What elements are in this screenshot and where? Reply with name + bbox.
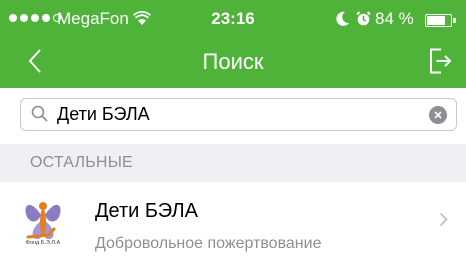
search-input[interactable] [57,101,407,128]
search-icon [31,105,49,128]
battery-fill [427,16,445,25]
battery-icon [425,14,456,27]
item-title: Дети БЭЛА [95,200,198,222]
close-icon [434,111,442,119]
section-header: ОСТАЛЬНЫЕ [0,144,466,182]
page-title: Поиск [202,49,264,74]
clear-search-button[interactable] [429,106,447,124]
moon-icon [336,11,350,32]
logout-icon [430,48,452,74]
avatar: Фонд Б.Э.Л.А [18,195,68,247]
list-item[interactable]: Фонд Б.Э.Л.А Дети БЭЛА Добровольное поже… [0,182,466,257]
item-subtitle: Добровольное пожертвование [95,235,322,252]
svg-text:Фонд Б.Э.Л.А: Фонд Б.Э.Л.А [26,240,61,246]
bela-logo-icon: Фонд Б.Э.Л.А [21,202,65,246]
search-area [0,88,466,144]
status-bar: MegaFon 23:16 84 % [0,0,466,40]
section-label: ОСТАЛЬНЫЕ [30,154,133,171]
search-bar[interactable] [20,98,457,131]
chevron-right-icon [439,212,448,232]
alarm-icon [356,11,371,32]
header: MegaFon 23:16 84 % Поиск [0,0,466,88]
logout-button[interactable] [424,45,456,77]
battery-percentage: 84 % [375,9,414,28]
